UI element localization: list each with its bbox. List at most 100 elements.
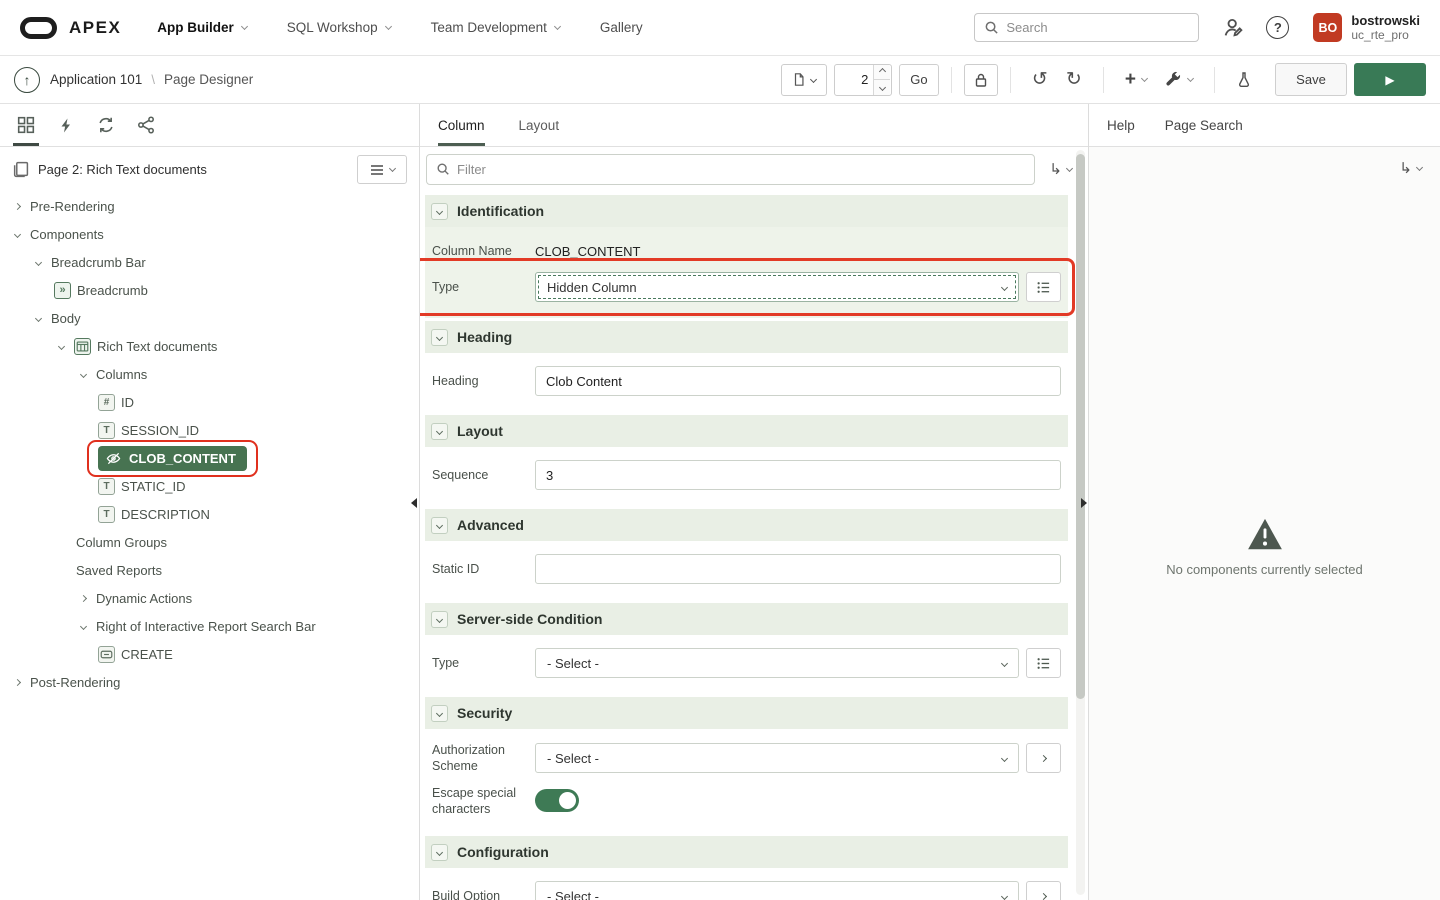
shared-components-button[interactable] <box>1227 64 1261 96</box>
help-icon[interactable]: ? <box>1266 16 1289 39</box>
collapse-icon[interactable] <box>431 844 448 861</box>
tree-item-post-rendering[interactable]: Post-Rendering <box>0 668 419 696</box>
tree-item-columns[interactable]: Columns <box>0 360 419 388</box>
page-lock-button[interactable] <box>964 64 998 96</box>
breadcrumb-application[interactable]: Application 101 <box>50 72 142 87</box>
type-lov-button[interactable] <box>1026 272 1061 302</box>
property-filter[interactable] <box>426 154 1035 185</box>
chevron-right-icon[interactable] <box>76 596 90 601</box>
nav-gallery[interactable]: Gallery <box>600 20 643 35</box>
tree-item-right-of-ir-search-bar[interactable]: Right of Interactive Report Search Bar <box>0 612 419 640</box>
section-heading-header[interactable]: Heading <box>425 321 1068 353</box>
avatar[interactable]: BO <box>1313 13 1342 42</box>
tab-page-shared-components[interactable] <box>126 104 166 146</box>
undo-button[interactable]: ↺ <box>1023 64 1057 96</box>
collapse-icon[interactable] <box>431 517 448 534</box>
chevron-right-icon[interactable] <box>10 680 24 685</box>
create-menu-button[interactable]: + <box>1125 70 1147 89</box>
collapse-icon[interactable] <box>431 203 448 220</box>
utilities-menu-button[interactable] <box>1165 71 1193 88</box>
tree-item-create[interactable]: CREATE <box>0 640 419 668</box>
collapse-icon[interactable] <box>431 329 448 346</box>
save-button[interactable]: Save <box>1275 63 1347 96</box>
type-select[interactable]: Hidden Column <box>535 272 1019 302</box>
tree-item-column-groups[interactable]: Column Groups <box>0 528 419 556</box>
tab-page-search[interactable]: Page Search <box>1165 104 1243 146</box>
nav-sql-workshop[interactable]: SQL Workshop <box>287 20 391 35</box>
section-advanced-header[interactable]: Advanced <box>425 509 1068 541</box>
tree-item-saved-reports[interactable]: Saved Reports <box>0 556 419 584</box>
right-splitter-handle[interactable] <box>1081 498 1087 508</box>
heading-input[interactable] <box>535 366 1061 396</box>
tree-item-session-id[interactable]: T SESSION_ID <box>0 416 419 444</box>
chevron-down-icon <box>1001 755 1008 762</box>
section-server-side-condition: Server-side Condition Type - Select - <box>425 603 1068 694</box>
build-option-goto-button[interactable] <box>1026 881 1061 900</box>
static-id-input[interactable] <box>535 554 1061 584</box>
condition-lov-button[interactable] <box>1026 648 1061 678</box>
user-info[interactable]: bostrowski uc_rte_pro <box>1351 13 1420 43</box>
chevron-down-icon[interactable] <box>31 316 45 321</box>
tree-item-clob-content[interactable]: CLOB_CONTENT <box>0 444 419 472</box>
global-search[interactable] <box>974 13 1199 42</box>
nav-team-development[interactable]: Team Development <box>431 20 560 35</box>
build-option-select[interactable]: - Select - <box>535 881 1019 900</box>
goto-group-button[interactable]: ↳ <box>1049 160 1072 178</box>
tab-column[interactable]: Column <box>438 104 485 146</box>
escape-special-characters-toggle[interactable] <box>535 789 579 812</box>
nav-app-builder[interactable]: App Builder <box>157 20 247 35</box>
app-home-icon[interactable]: ↑ <box>14 67 40 93</box>
page-number-up-button[interactable] <box>874 65 890 81</box>
chevron-down-icon[interactable] <box>54 344 68 349</box>
page-finder-button[interactable] <box>781 64 827 96</box>
collapse-icon[interactable] <box>431 611 448 628</box>
tree-item-id[interactable]: # ID <box>0 388 419 416</box>
tree-item-dynamic-actions[interactable]: Dynamic Actions <box>0 584 419 612</box>
chevron-down-icon[interactable] <box>10 232 24 237</box>
section-server-side-header[interactable]: Server-side Condition <box>425 603 1068 635</box>
collapse-icon[interactable] <box>431 423 448 440</box>
tree-item-rich-text-documents[interactable]: Rich Text documents <box>0 332 419 360</box>
chevron-down-icon[interactable] <box>76 624 90 629</box>
go-button[interactable]: Go <box>899 64 939 96</box>
tree-item-components[interactable]: Components <box>0 220 419 248</box>
tree-item-description[interactable]: T DESCRIPTION <box>0 500 419 528</box>
collapse-icon[interactable] <box>431 705 448 722</box>
tree-item-breadcrumb-bar[interactable]: Breadcrumb Bar <box>0 248 419 276</box>
search-input[interactable] <box>1006 20 1189 35</box>
left-panel-tabs <box>0 104 419 147</box>
tab-rendering[interactable] <box>6 104 46 146</box>
tree-menu-button[interactable] <box>357 155 407 184</box>
tree-item-breadcrumb[interactable]: » Breadcrumb <box>0 276 419 304</box>
sequence-input[interactable] <box>535 460 1061 490</box>
left-splitter-handle[interactable] <box>411 498 417 508</box>
tab-help[interactable]: Help <box>1107 104 1135 146</box>
condition-type-select[interactable]: - Select - <box>535 648 1019 678</box>
section-configuration: Configuration Build Option - Select - <box>425 836 1068 900</box>
redo-button[interactable]: ↻ <box>1057 64 1091 96</box>
authorization-scheme-select[interactable]: - Select - <box>535 743 1019 773</box>
tree-item-static-id[interactable]: T STATIC_ID <box>0 472 419 500</box>
run-page-button[interactable]: ▶ <box>1354 63 1426 96</box>
section-security-header[interactable]: Security <box>425 697 1068 729</box>
page-number-down-button[interactable] <box>874 80 890 95</box>
goto-selection-button[interactable]: ↳ <box>1399 159 1422 177</box>
filter-input[interactable] <box>457 162 1025 177</box>
authorization-goto-button[interactable] <box>1026 743 1061 773</box>
section-layout-header[interactable]: Layout <box>425 415 1068 447</box>
page-number-input[interactable] <box>835 72 873 87</box>
tab-layout[interactable]: Layout <box>519 104 560 146</box>
section-configuration-header[interactable]: Configuration <box>425 836 1068 868</box>
tab-processing[interactable] <box>86 104 126 146</box>
empty-state-message: No components currently selected <box>1166 562 1363 577</box>
selected-tree-node[interactable]: CLOB_CONTENT <box>98 446 247 471</box>
user-admin-icon[interactable] <box>1223 17 1244 38</box>
chevron-right-icon[interactable] <box>10 204 24 209</box>
tree-item-body[interactable]: Body <box>0 304 419 332</box>
tab-dynamic-actions[interactable] <box>46 104 86 146</box>
section-identification-header[interactable]: Identification <box>425 195 1068 227</box>
chevron-down-icon[interactable] <box>31 260 45 265</box>
scrollbar-thumb[interactable] <box>1076 154 1085 699</box>
chevron-down-icon[interactable] <box>76 372 90 377</box>
tree-item-pre-rendering[interactable]: Pre-Rendering <box>0 192 419 220</box>
